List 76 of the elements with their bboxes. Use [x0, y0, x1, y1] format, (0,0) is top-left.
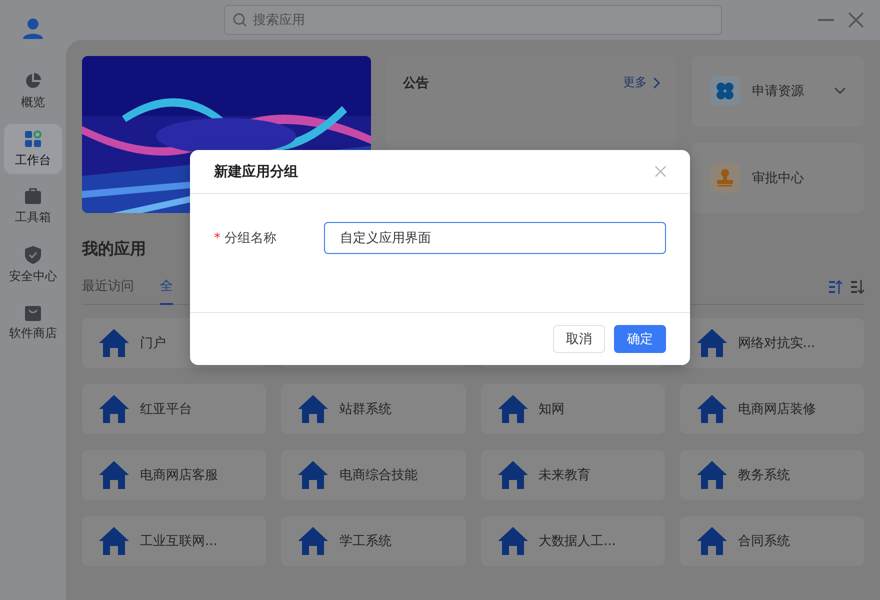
grid-icon — [24, 130, 42, 148]
section-title: 我的应用 — [82, 239, 147, 260]
close-icon[interactable] — [655, 166, 666, 177]
app-name: 红亚平台 — [140, 401, 192, 418]
app-card[interactable]: 未来教育 — [480, 450, 665, 500]
app-card[interactable]: 网络对抗实... — [680, 318, 864, 368]
tab[interactable]: 全 — [160, 277, 173, 305]
house-icon — [496, 394, 528, 424]
app-card[interactable]: 合同系统 — [680, 516, 864, 566]
search-icon — [233, 13, 247, 27]
field-label: * 分组名称 — [214, 230, 278, 247]
app-name: 门户 — [140, 335, 166, 352]
shopping-bag-icon — [24, 304, 42, 320]
app-name: 电商综合技能 — [339, 467, 418, 484]
house-icon — [98, 526, 130, 556]
house-icon — [696, 460, 728, 490]
search-placeholder: 搜索应用 — [253, 12, 305, 29]
house-icon — [696, 394, 728, 424]
app-name: 教务系统 — [738, 467, 790, 484]
sort-down-icon[interactable] — [850, 280, 864, 294]
app-card[interactable]: 学工系统 — [281, 516, 466, 566]
house-icon — [98, 394, 130, 424]
shield-icon — [25, 246, 41, 264]
house-icon — [496, 526, 528, 556]
sidebar-item[interactable]: 安全中心 — [4, 240, 62, 290]
stamp-icon — [710, 162, 740, 193]
sidebar-item[interactable]: 软件商店 — [4, 298, 62, 348]
dialog-title: 新建应用分组 — [214, 162, 298, 180]
chevron-right-icon — [653, 76, 660, 88]
sidebar-item[interactable]: 概览 — [4, 66, 62, 116]
app-name: 站群系统 — [339, 401, 392, 418]
chevron-down-icon[interactable] — [834, 87, 846, 96]
notice-title: 公告 — [403, 74, 429, 92]
app-card[interactable]: 站群系统 — [281, 384, 466, 434]
house-icon — [297, 526, 330, 556]
app-card[interactable]: 电商网店客服 — [82, 450, 266, 500]
app-card[interactable]: 工业互联网... — [82, 516, 266, 566]
app-name: 大数据人工... — [538, 533, 616, 550]
close-icon[interactable] — [848, 12, 864, 28]
app-name: 工业互联网... — [140, 533, 218, 550]
clover-icon — [710, 76, 740, 106]
cancel-button[interactable]: 取消 — [553, 325, 605, 353]
app-card[interactable]: 红亚平台 — [82, 384, 266, 434]
sort-up-icon[interactable] — [828, 280, 842, 294]
sidebar-item[interactable]: 工作台 — [4, 124, 62, 174]
app-card[interactable]: 知网 — [480, 384, 665, 434]
app-name: 网络对抗实... — [738, 335, 816, 352]
avatar-icon[interactable] — [23, 18, 43, 40]
quick-action-card[interactable]: 审批中心 — [692, 142, 864, 213]
app-name: 电商网店装修 — [738, 401, 816, 418]
quick-action-card[interactable]: 申请资源 — [692, 56, 864, 126]
search-field[interactable]: 搜索应用 — [224, 5, 722, 35]
house-icon — [297, 460, 330, 490]
app-card[interactable]: 电商网店装修 — [680, 384, 864, 434]
app-card[interactable]: 大数据人工... — [480, 516, 665, 566]
app-card[interactable]: 电商综合技能 — [281, 450, 466, 500]
app-card[interactable]: 教务系统 — [680, 450, 864, 500]
required-mark: * — [214, 231, 220, 246]
app-name: 学工系统 — [339, 533, 392, 550]
house-icon — [496, 460, 528, 490]
house-icon — [98, 460, 130, 490]
app-name: 合同系统 — [738, 533, 790, 550]
house-icon — [696, 526, 728, 556]
confirm-button[interactable]: 确定 — [614, 325, 666, 353]
pie-chart-icon — [24, 72, 42, 90]
house-icon — [696, 328, 728, 358]
house-icon — [98, 328, 130, 358]
group-name-field[interactable]: 自定义应用界面 — [324, 222, 666, 254]
briefcase-icon — [24, 188, 42, 205]
tab[interactable]: 最近访问 — [82, 277, 134, 305]
app-name: 电商网店客服 — [140, 467, 218, 484]
house-icon — [297, 394, 330, 424]
app-name: 知网 — [538, 401, 564, 418]
app-name: 未来教育 — [538, 466, 590, 484]
sidebar-item[interactable]: 工具箱 — [4, 182, 62, 232]
more-link[interactable]: 更多 — [623, 74, 660, 91]
